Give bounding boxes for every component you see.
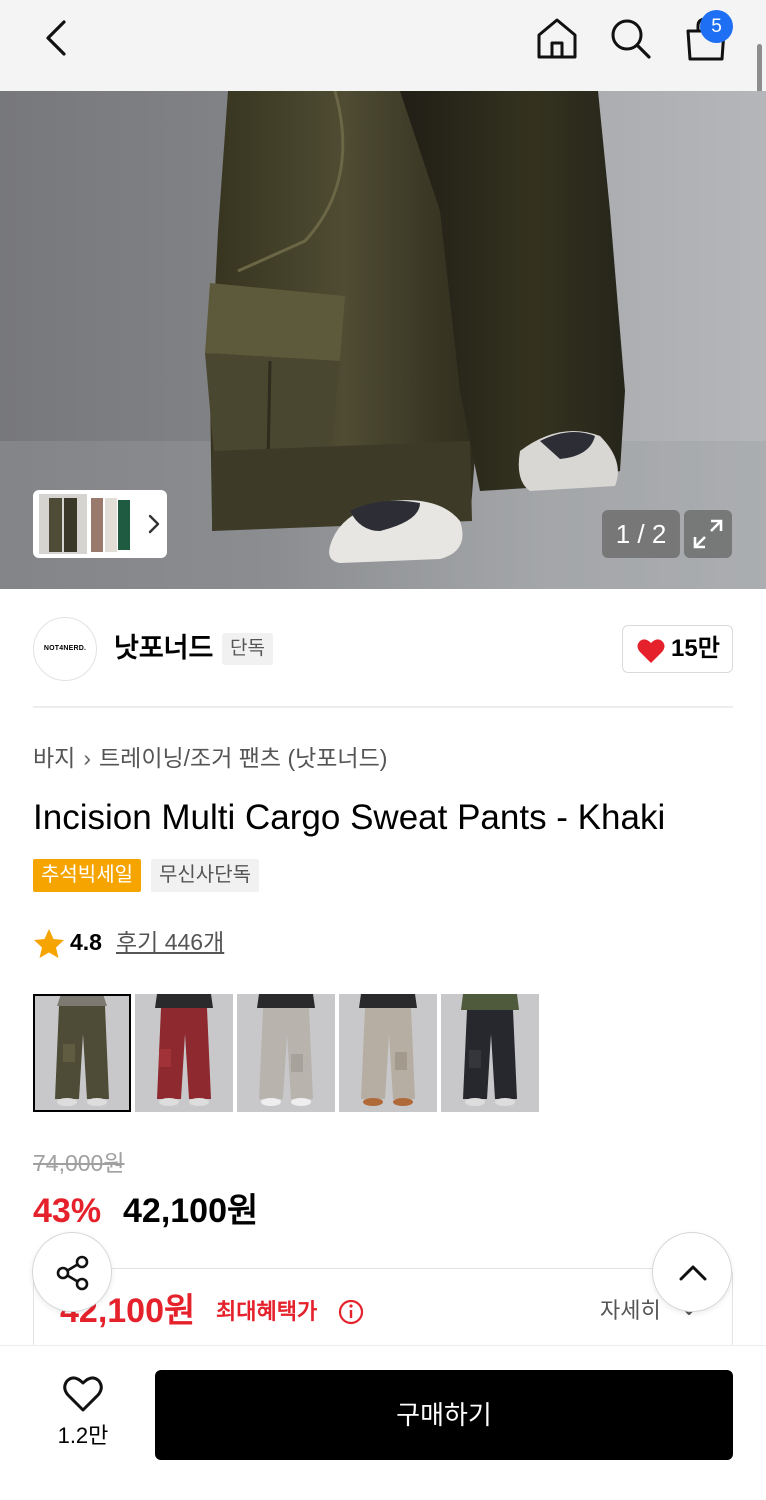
gallery-thumbnail-strip[interactable] [33,490,167,558]
breadcrumb: 바지 › 트레이닝/조거 팬츠 (낫포너드) [33,742,387,774]
brand-like-count: 15만 [671,635,720,662]
home-icon[interactable] [533,14,581,62]
rating-score: 4.8 [70,929,102,955]
brand-exclusive-tag: 단독 [222,633,273,665]
wishlist-button[interactable]: 1.2만 [48,1372,118,1462]
breadcrumb-separator-icon: › [83,745,91,771]
discount-rate: 43% [33,1192,102,1230]
buy-button[interactable]: 구매하기 [155,1370,733,1460]
exclusive-badge: 무신사단독 [151,859,259,892]
color-option-beige[interactable] [339,994,437,1112]
cart-count-badge: 5 [700,10,733,43]
share-button[interactable] [32,1232,112,1312]
heart-filled-icon [637,639,665,663]
brand-like-button[interactable]: 15만 [622,625,733,673]
gallery-thumbnail-images [39,494,130,554]
back-arrow-icon[interactable] [36,16,80,60]
color-option-black[interactable] [441,994,539,1112]
expand-image-button[interactable] [684,510,732,558]
review-count-link[interactable]: 후기 446개 [116,926,224,958]
product-title: Incision Multi Cargo Sweat Pants - Khaki [33,798,666,837]
wishlist-count: 1.2만 [57,1423,109,1448]
brand-logo[interactable]: NOT4NERD. [33,617,97,681]
sale-price: 42,100원 [123,1192,259,1230]
light-grey-pants-thumbnail [237,994,335,1112]
color-option-khaki[interactable] [33,994,131,1112]
chevron-up-icon [679,1265,707,1281]
max-benefit-label: 최대혜택가 [216,1299,318,1324]
color-option-burgundy[interactable] [135,994,233,1112]
info-icon[interactable] [338,1299,364,1325]
section-divider [33,706,733,708]
scroll-to-top-button[interactable] [652,1232,732,1312]
breadcrumb-subcategory[interactable]: 트레이닝/조거 팬츠 (낫포너드) [99,745,387,771]
share-icon [56,1255,89,1291]
image-page-counter: 1 / 2 [602,510,680,558]
burgundy-pants-thumbnail [135,994,233,1112]
benefit-details-toggle[interactable]: 자세히 [600,1296,661,1326]
khaki-pants-thumbnail [33,994,131,1112]
expand-icon [693,519,723,549]
breadcrumb-category[interactable]: 바지 [33,745,75,771]
color-option-light-grey[interactable] [237,994,335,1112]
chevron-right-icon[interactable] [143,512,165,536]
heart-outline-icon [63,1376,103,1412]
original-price: 74,000원 [33,1150,125,1176]
black-pants-thumbnail [441,994,539,1112]
sale-badge: 추석빅세일 [33,859,141,892]
beige-pants-thumbnail [339,994,437,1112]
top-navigation-bar: 5 [0,0,766,124]
search-icon[interactable] [606,14,654,62]
star-icon [34,929,64,958]
brand-name[interactable]: 낫포너드 [114,630,213,666]
